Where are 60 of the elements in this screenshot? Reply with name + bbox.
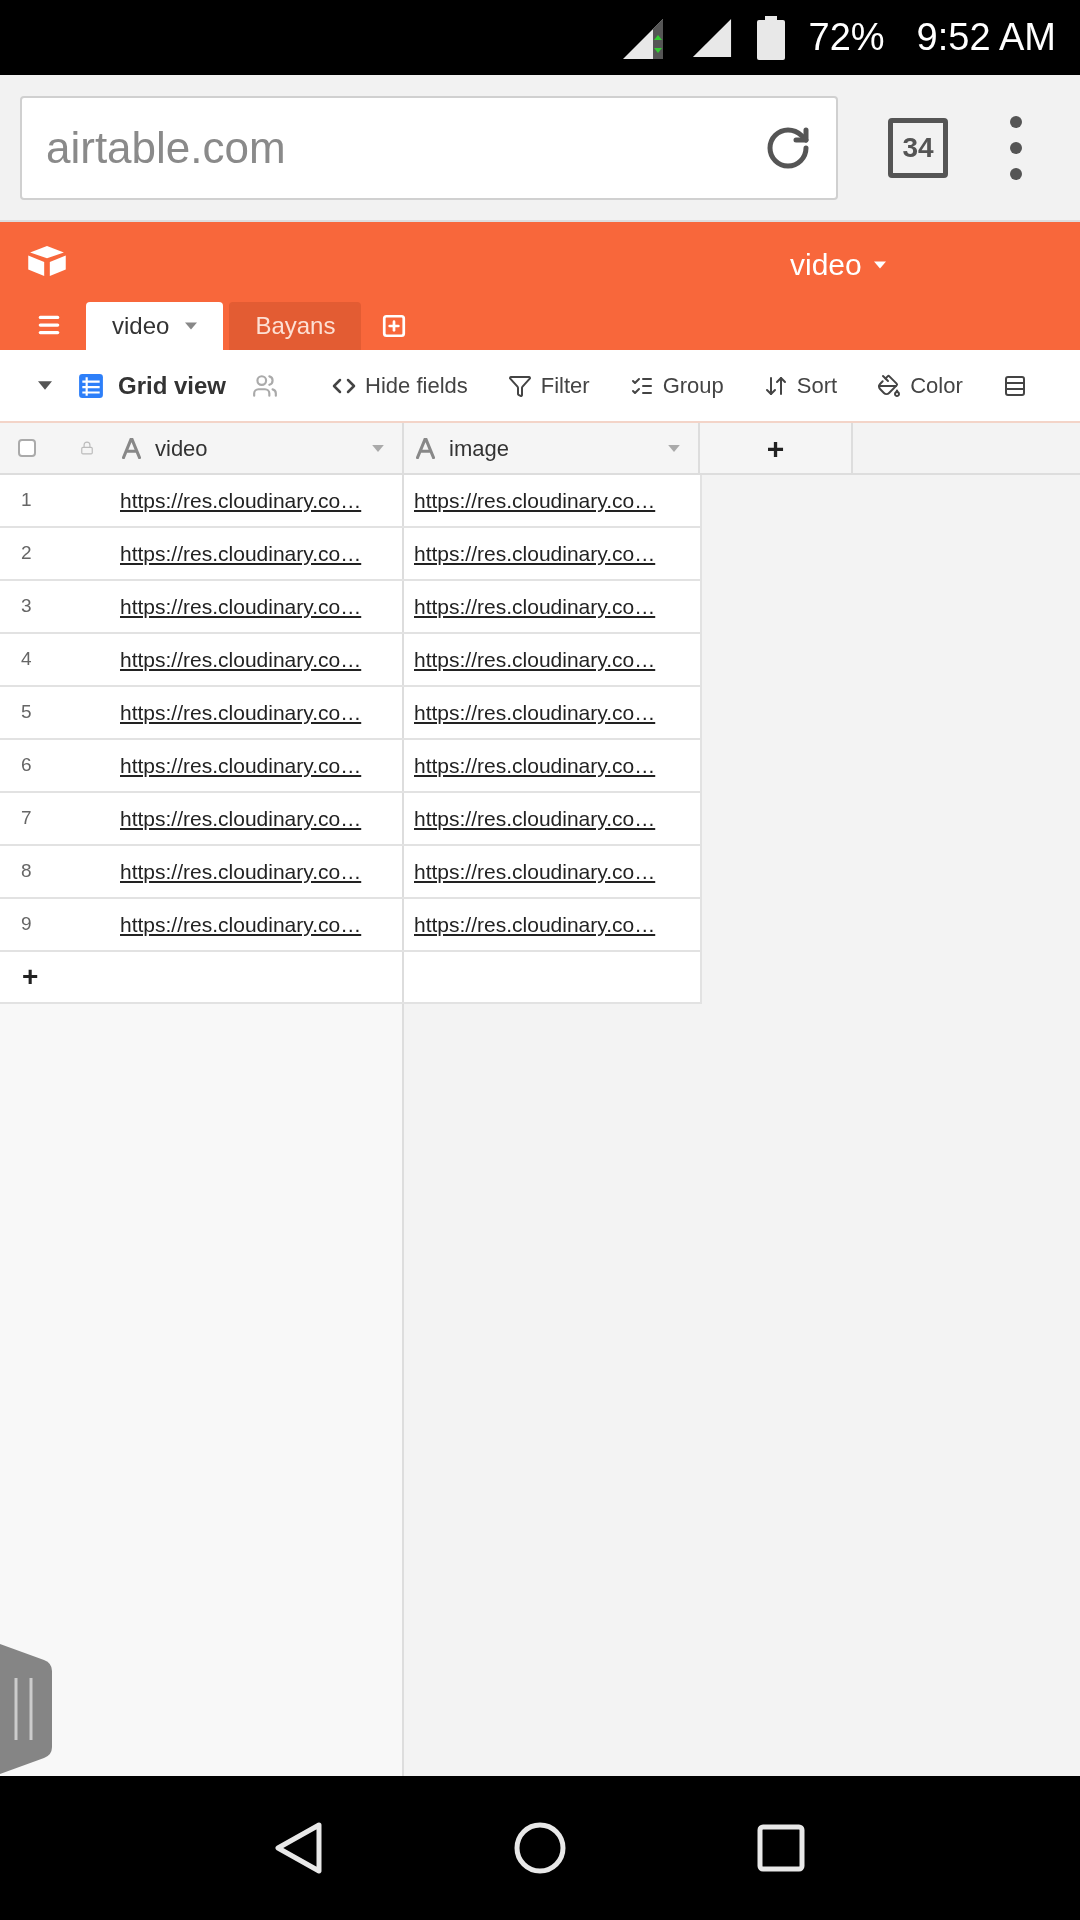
toolbar-button[interactable]: Group <box>629 369 724 402</box>
caret-icon <box>38 381 52 390</box>
row-number: 1 <box>20 488 33 513</box>
url-link[interactable]: https://res.cloudinary.co… <box>110 846 404 897</box>
row-number: 5 <box>20 700 33 725</box>
url-link[interactable]: https://res.cloudinary.co… <box>404 581 702 632</box>
tab-count-button[interactable]: 34 <box>888 117 948 178</box>
filter-icon <box>507 373 532 398</box>
caret-icon <box>668 444 680 452</box>
add-table-icon[interactable] <box>381 313 408 339</box>
caret-icon <box>372 444 384 452</box>
toolbar-button[interactable]: Sort <box>763 369 838 402</box>
url-link[interactable]: https://res.cloudinary.co… <box>110 475 404 526</box>
url-link[interactable]: https://res.cloudinary.co… <box>404 475 702 526</box>
cube-logo-icon[interactable] <box>28 246 66 276</box>
lock-icon <box>80 441 94 455</box>
row-number: 8 <box>20 859 33 884</box>
paint-bucket-icon <box>877 373 902 398</box>
url-link[interactable]: https://res.cloudinary.co… <box>110 793 404 844</box>
url-link[interactable]: https://res.cloudinary.co… <box>404 846 702 897</box>
row-number: 3 <box>20 594 33 619</box>
url-link[interactable]: https://res.cloudinary.co… <box>110 899 404 950</box>
url-link[interactable]: https://res.cloudinary.co… <box>110 687 404 738</box>
url-link[interactable]: https://res.cloudinary.co… <box>404 740 702 791</box>
toolbar-button[interactable]: Filter <box>507 369 590 402</box>
clock-time: 9:52 AM <box>916 15 1056 60</box>
url-link[interactable]: https://res.cloudinary.co… <box>404 528 702 579</box>
row-number: 7 <box>20 806 33 831</box>
url-link[interactable]: https://res.cloudinary.co… <box>404 634 702 685</box>
url-link[interactable]: https://res.cloudinary.co… <box>404 687 702 738</box>
row-number: 9 <box>20 912 33 937</box>
view-name[interactable]: Grid view <box>118 367 227 404</box>
url-link[interactable]: https://res.cloudinary.co… <box>110 740 404 791</box>
grid-view-icon <box>78 372 104 399</box>
battery-percent: 72% <box>808 15 885 60</box>
text-field-icon <box>122 437 141 459</box>
row-number: 2 <box>20 541 33 566</box>
url-link[interactable]: https://res.cloudinary.co… <box>404 899 702 950</box>
url-link[interactable]: https://res.cloudinary.co… <box>110 581 404 632</box>
table-tab[interactable]: video <box>86 302 224 350</box>
home-icon[interactable] <box>514 1822 566 1874</box>
url-link[interactable]: https://res.cloudinary.co… <box>110 528 404 579</box>
toolbar-button[interactable]: Hide fields <box>332 369 468 402</box>
battery-icon <box>756 15 785 60</box>
row-number: 6 <box>20 753 33 778</box>
more-options-icon[interactable] <box>1010 115 1022 180</box>
select-all-checkbox[interactable] <box>18 439 36 457</box>
caret-icon <box>873 260 886 269</box>
recents-icon[interactable] <box>756 1824 805 1872</box>
toolbar-button[interactable]: Color <box>877 369 963 402</box>
caret-icon <box>185 322 198 330</box>
back-icon[interactable] <box>275 1822 324 1874</box>
signal-icon <box>690 16 733 59</box>
url-text: airtable.com <box>46 121 286 174</box>
url-link[interactable]: https://res.cloudinary.co… <box>404 793 702 844</box>
row-number: 4 <box>20 647 33 672</box>
row-height-icon[interactable] <box>1002 373 1027 398</box>
url-link[interactable]: https://res.cloudinary.co… <box>110 634 404 685</box>
text-field-icon <box>416 437 435 459</box>
drag-handle-icon[interactable] <box>0 1644 52 1774</box>
